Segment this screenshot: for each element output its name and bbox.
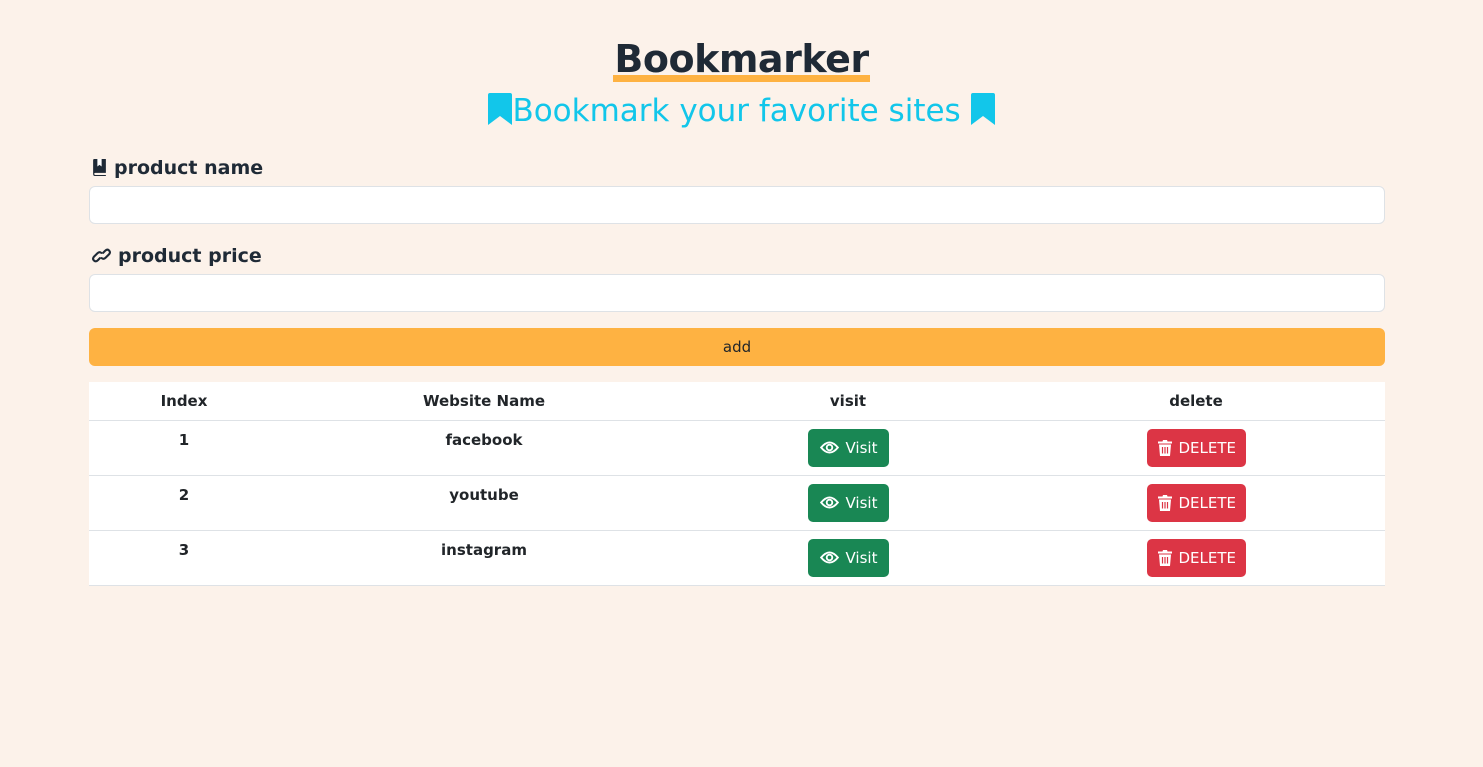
table-row: 2 youtube Visit DELETE xyxy=(89,475,1385,531)
link-icon xyxy=(91,246,112,270)
visit-cell: Visit xyxy=(689,530,1007,586)
delete-button[interactable]: DELETE xyxy=(1146,483,1246,522)
product-name-label-text: product name xyxy=(114,157,264,179)
row-website-name: instagram xyxy=(279,530,689,586)
bookmarks-table: Index Website Name visit delete 1 facebo… xyxy=(89,382,1385,586)
trash-icon xyxy=(1157,549,1172,566)
header-visit: visit xyxy=(689,382,1007,421)
trash-icon xyxy=(1157,494,1172,511)
visit-button[interactable]: Visit xyxy=(807,428,889,467)
add-button[interactable]: add xyxy=(89,328,1385,366)
trash-icon xyxy=(1157,439,1172,456)
table-row: 1 facebook Visit DELETE xyxy=(89,420,1385,476)
row-index: 1 xyxy=(89,420,279,476)
bookmark-icon xyxy=(970,93,995,125)
row-website-name: facebook xyxy=(279,420,689,476)
visit-label: Visit xyxy=(845,493,878,512)
product-price-input[interactable] xyxy=(89,274,1385,312)
page-title: Bookmarker xyxy=(613,36,870,82)
product-price-label-text: product price xyxy=(118,245,262,267)
visit-label: Visit xyxy=(845,548,878,567)
visit-button[interactable]: Visit xyxy=(807,483,889,522)
table-row: 3 instagram Visit DELETE xyxy=(89,530,1385,586)
visit-label: Visit xyxy=(845,438,878,457)
eye-icon xyxy=(819,551,839,564)
delete-button[interactable]: DELETE xyxy=(1146,538,1246,577)
visit-cell: Visit xyxy=(689,475,1007,531)
header-website-name: Website Name xyxy=(279,382,689,421)
product-name-input[interactable] xyxy=(89,186,1385,224)
row-website-name: youtube xyxy=(279,475,689,531)
product-price-label: product price xyxy=(91,244,262,270)
page-subtitle: Bookmark your favorite sites xyxy=(0,90,1483,132)
row-index: 2 xyxy=(89,475,279,531)
product-name-label: product name xyxy=(91,156,263,182)
subtitle-text: Bookmark your favorite sites xyxy=(512,93,961,129)
delete-cell: DELETE xyxy=(1007,475,1385,531)
visit-button[interactable]: Visit xyxy=(807,538,889,577)
delete-label: DELETE xyxy=(1178,438,1237,457)
book-icon xyxy=(91,158,108,182)
eye-icon xyxy=(819,441,839,454)
bookmarker-page: Bookmarker Bookmark your favorite sites … xyxy=(0,0,1483,767)
table-header-row: Index Website Name visit delete xyxy=(89,382,1385,421)
visit-cell: Visit xyxy=(689,420,1007,476)
row-index: 3 xyxy=(89,530,279,586)
header-index: Index xyxy=(89,382,279,421)
delete-button[interactable]: DELETE xyxy=(1146,428,1246,467)
delete-cell: DELETE xyxy=(1007,420,1385,476)
header-delete: delete xyxy=(1007,382,1385,421)
eye-icon xyxy=(819,496,839,509)
delete-label: DELETE xyxy=(1178,493,1237,512)
title-container: Bookmarker xyxy=(0,36,1483,82)
bookmark-icon xyxy=(488,93,513,125)
delete-cell: DELETE xyxy=(1007,530,1385,586)
delete-label: DELETE xyxy=(1178,548,1237,567)
